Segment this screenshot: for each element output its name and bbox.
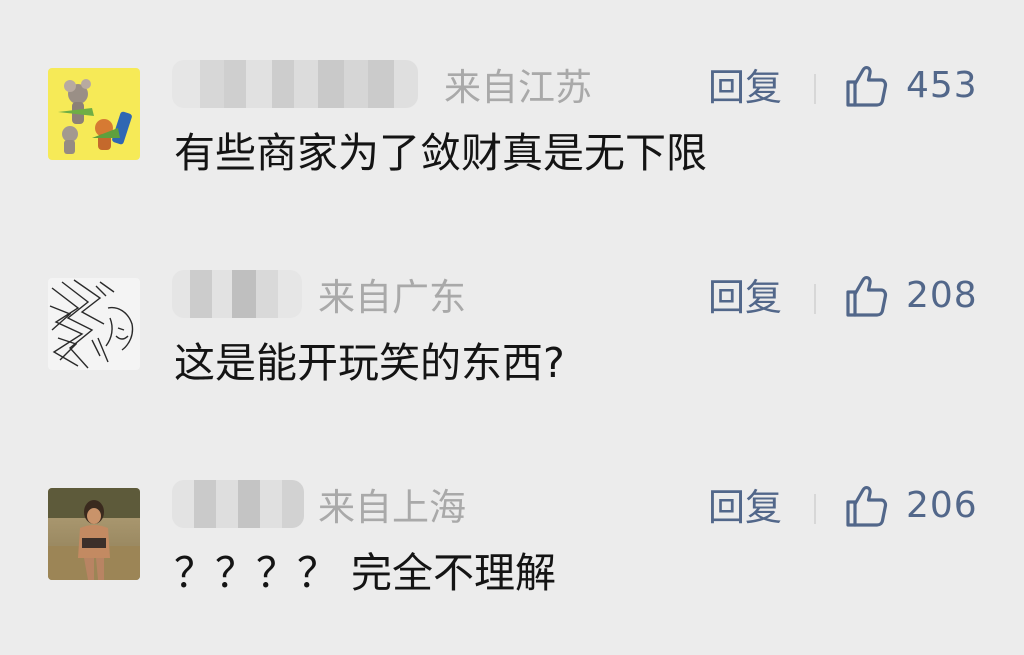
comment-list: 来自江苏 回复 453 有些商家为了敛财真是无下限 来自广东 回复 208 这是… (0, 0, 1024, 655)
reply-button[interactable]: 回复 (708, 484, 782, 532)
like-button[interactable]: 453 (842, 56, 978, 116)
thumbs-up-icon (846, 276, 888, 317)
avatar-image (48, 488, 140, 580)
thumbs-up-icon (846, 486, 888, 527)
comment-item: 来自上海 回复 206 ？？？？ 完全不理解 (0, 476, 1024, 626)
avatar-image (48, 278, 140, 370)
avatar[interactable] (48, 278, 140, 370)
comment-text: 这是能开玩笑的东西? (174, 339, 565, 387)
like-count: 208 (906, 275, 978, 316)
comment-item: 来自江苏 回复 453 有些商家为了敛财真是无下限 (0, 56, 1024, 206)
reply-button[interactable]: 回复 (708, 64, 782, 112)
username-blurred[interactable] (172, 60, 418, 108)
avatar-image (48, 68, 140, 160)
location-label: 来自江苏 (444, 66, 592, 109)
location-label: 来自上海 (318, 486, 466, 529)
comment-text: 有些商家为了敛财真是无下限 (174, 129, 707, 177)
avatar[interactable] (48, 68, 140, 160)
comment-item: 来自广东 回复 208 这是能开玩笑的东西? (0, 266, 1024, 416)
avatar[interactable] (48, 488, 140, 580)
divider (814, 74, 816, 104)
divider (814, 284, 816, 314)
username-blurred[interactable] (172, 270, 302, 318)
like-count: 206 (906, 485, 978, 526)
divider (814, 494, 816, 524)
like-count: 453 (906, 65, 978, 106)
comment-text: ？？？？ 完全不理解 (174, 549, 557, 597)
location-label: 来自广东 (318, 276, 466, 319)
like-button[interactable]: 206 (842, 476, 978, 536)
thumbs-up-icon (846, 66, 888, 107)
username-blurred[interactable] (172, 480, 304, 528)
reply-button[interactable]: 回复 (708, 274, 782, 322)
like-button[interactable]: 208 (842, 266, 978, 326)
